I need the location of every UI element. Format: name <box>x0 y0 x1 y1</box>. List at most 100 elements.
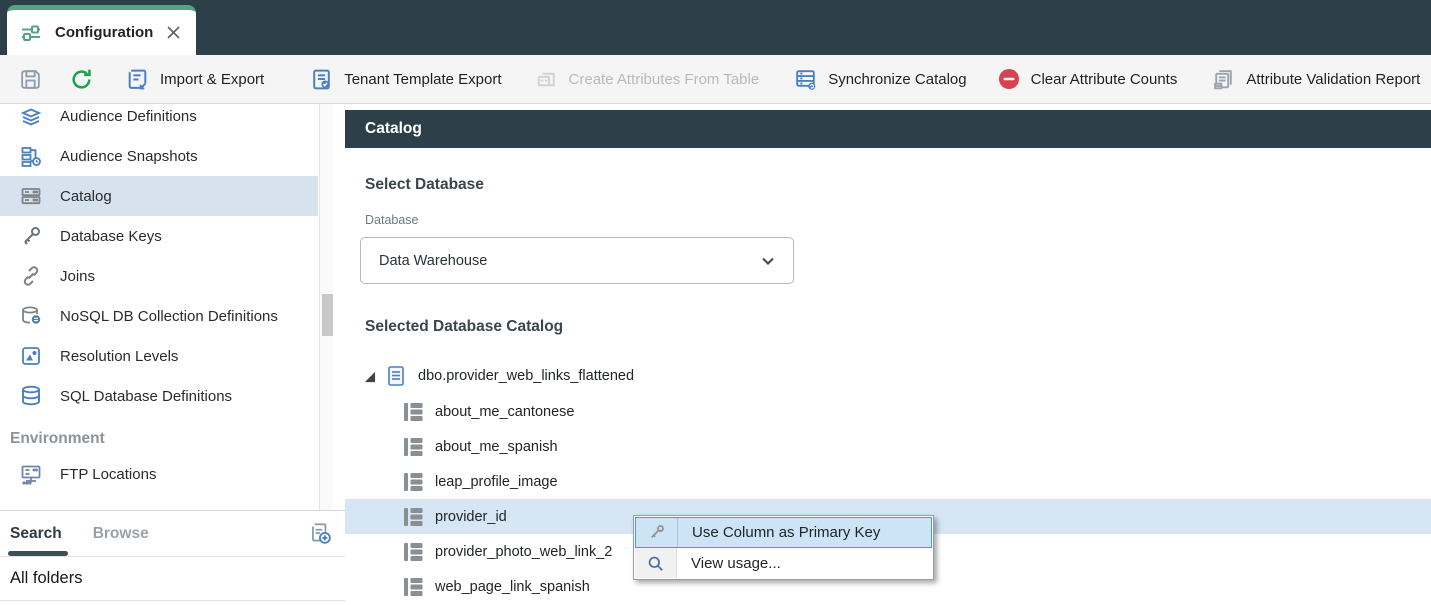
sidebar-item-audience-definitions[interactable]: Audience Definitions <box>0 104 318 136</box>
menu-item-label: View usage... <box>677 548 781 578</box>
sidebar-item-label: Audience Definitions <box>60 108 197 125</box>
synchronize-catalog-icon <box>793 67 818 92</box>
tree-row-label: provider_id <box>435 509 507 525</box>
sidebar-item-nosql-db-collection-definitions[interactable]: NoSQL DB Collection Definitions <box>0 296 318 336</box>
tab-browse[interactable]: Browse <box>93 511 149 556</box>
joins-icon <box>19 264 43 288</box>
column-icon <box>403 542 424 562</box>
tree-row-label: about_me_spanish <box>435 439 558 455</box>
attribute-validation-report-icon <box>1211 67 1236 92</box>
tree-row-column[interactable]: about_me_cantonese <box>345 394 1431 429</box>
menu-item-view-usage[interactable]: View usage... <box>635 548 932 578</box>
add-document-icon[interactable] <box>307 520 333 546</box>
database-select-value: Data Warehouse <box>379 253 759 269</box>
sidebar-list: Audience Definitions Audience Snapshots <box>0 104 345 494</box>
sidebar-scrollbar[interactable] <box>319 104 333 510</box>
table-document-icon <box>386 365 406 387</box>
scrollbar-thumb[interactable] <box>322 294 333 336</box>
panel-header-catalog: Catalog <box>345 110 1431 148</box>
context-menu: Use Column as Primary Key View usage... <box>633 515 934 580</box>
sidebar-section-environment: Environment <box>0 416 345 454</box>
sidebar-item-label: SQL Database Definitions <box>60 388 232 405</box>
sidebar-item-label: Joins <box>60 268 95 285</box>
primary-key-icon <box>636 518 678 547</box>
tree-row-column[interactable]: about_me_spanish <box>345 429 1431 464</box>
tree-row-column[interactable]: leap_profile_image <box>345 464 1431 499</box>
sidebar-item-label: Resolution Levels <box>60 348 178 365</box>
column-icon <box>403 472 424 492</box>
nosql-db-icon <box>19 304 43 328</box>
tenant-template-export-button[interactable]: Tenant Template Export <box>309 67 501 92</box>
tab-configuration[interactable]: Configuration <box>7 5 196 55</box>
toolbar: Import & Export Tenant Template Export <box>0 55 1431 104</box>
ftp-locations-icon <box>19 462 43 486</box>
synchronize-catalog-button[interactable]: Synchronize Catalog <box>793 67 966 92</box>
database-field-label: Database <box>365 213 419 227</box>
tree-row-label: leap_profile_image <box>435 474 558 490</box>
tab-label: Configuration <box>55 24 153 41</box>
database-keys-icon <box>19 224 43 248</box>
sidebar-item-audience-snapshots[interactable]: Audience Snapshots <box>0 136 318 176</box>
sidebar-item-label: Catalog <box>60 188 112 205</box>
sidebar-item-joins[interactable]: Joins <box>0 256 318 296</box>
save-icon <box>18 67 43 92</box>
sidebar-item-ftp-locations[interactable]: FTP Locations <box>0 454 318 494</box>
selected-database-catalog-heading: Selected Database Catalog <box>365 318 563 336</box>
sidebar-item-database-keys[interactable]: Database Keys <box>0 216 318 256</box>
menu-item-use-column-as-primary-key[interactable]: Use Column as Primary Key <box>635 517 932 548</box>
toolbar-button-label: Synchronize Catalog <box>828 71 966 88</box>
window-title-bar: Configuration <box>0 0 1431 55</box>
tenant-template-export-icon <box>309 67 334 92</box>
column-icon <box>403 507 424 527</box>
all-folders-item[interactable]: All folders <box>0 557 345 601</box>
sidebar-item-resolution-levels[interactable]: Resolution Levels <box>0 336 318 376</box>
close-icon[interactable] <box>165 24 182 42</box>
menu-item-label: Use Column as Primary Key <box>678 518 880 547</box>
sidebar-item-label: NoSQL DB Collection Definitions <box>60 308 278 325</box>
database-select[interactable]: Data Warehouse <box>360 237 794 284</box>
sidebar-footer: Search Browse All folders <box>0 510 345 601</box>
toolbar-button-label: Clear Attribute Counts <box>1031 71 1178 88</box>
clear-attribute-counts-icon <box>997 67 1021 91</box>
tree-root-table[interactable]: dbo.provider_web_links_flattened <box>345 361 634 391</box>
refresh-button[interactable] <box>69 67 94 92</box>
column-icon <box>403 577 424 597</box>
column-icon <box>403 437 424 457</box>
audience-snapshots-icon <box>19 144 43 168</box>
sidebar-item-sql-database-definitions[interactable]: SQL Database Definitions <box>0 376 318 416</box>
import-export-button[interactable]: Import & Export <box>125 67 264 92</box>
sql-database-icon <box>19 384 43 408</box>
sidebar-item-label: Database Keys <box>60 228 162 245</box>
select-database-heading: Select Database <box>365 176 484 194</box>
create-attributes-icon <box>534 67 559 92</box>
sliders-icon <box>19 21 43 45</box>
save-button[interactable] <box>18 67 43 92</box>
sidebar-item-label: FTP Locations <box>60 466 156 483</box>
refresh-icon <box>69 67 94 92</box>
application-window: Configuration <box>0 0 1431 605</box>
sidebar-footer-tabs: Search Browse <box>0 511 345 557</box>
search-icon <box>635 548 677 578</box>
clear-attribute-counts-button[interactable]: Clear Attribute Counts <box>997 67 1178 91</box>
toolbar-button-label: Tenant Template Export <box>344 71 501 88</box>
audience-definitions-icon <box>19 104 43 128</box>
toolbar-button-label: Create Attributes From Table <box>569 71 760 88</box>
column-icon <box>403 402 424 422</box>
tree-row-label: about_me_cantonese <box>435 404 574 420</box>
import-export-icon <box>125 67 150 92</box>
tree-root-label: dbo.provider_web_links_flattened <box>418 368 634 384</box>
tree-expander-icon[interactable] <box>363 370 376 383</box>
catalog-icon <box>19 184 43 208</box>
tab-search[interactable]: Search <box>10 511 62 556</box>
sidebar-item-catalog[interactable]: Catalog <box>0 176 318 216</box>
chevron-down-icon <box>759 252 777 270</box>
panel-title: Catalog <box>365 120 422 138</box>
toolbar-button-label: Import & Export <box>160 71 264 88</box>
toolbar-button-label: Attribute Validation Report <box>1246 71 1420 88</box>
sidebar: Audience Definitions Audience Snapshots <box>0 104 345 605</box>
resolution-levels-icon <box>19 344 43 368</box>
create-attributes-from-table-button[interactable]: Create Attributes From Table <box>534 67 760 92</box>
attribute-validation-report-button[interactable]: Attribute Validation Report <box>1211 67 1420 92</box>
tree-row-label: web_page_link_spanish <box>435 579 590 595</box>
tree-row-label: provider_photo_web_link_2 <box>435 544 612 560</box>
